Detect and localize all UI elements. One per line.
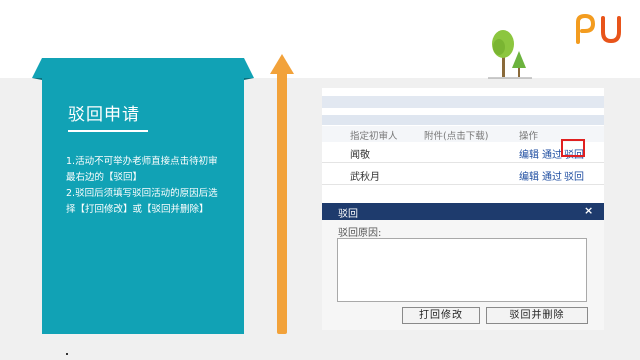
reason-textarea[interactable]	[337, 238, 587, 302]
description-line: 最右边的【驳回】	[66, 172, 143, 183]
dialog-titlebar: 驳回 ×	[322, 203, 604, 220]
approve-link[interactable]: 通过	[542, 168, 562, 183]
description-line: 1.活动不可举办老师直接点击待初审	[66, 156, 218, 167]
card-description: 1.活动不可举办老师直接点击待初审 最右边的【驳回】 2.驳回后须填写驳回活动的…	[66, 154, 238, 218]
column-header-attachment: 附件(点击下载)	[424, 131, 489, 142]
toolbar-strip	[322, 96, 604, 108]
card-title: 驳回申请	[68, 105, 140, 125]
reviewer-name: 武秋月	[350, 172, 380, 183]
reject-link[interactable]: 驳回	[564, 168, 584, 183]
column-header-actions: 操作	[519, 131, 539, 142]
tree-icon	[488, 30, 532, 79]
reject-and-delete-button[interactable]: 驳回并删除	[486, 307, 588, 324]
title-underline	[68, 130, 148, 132]
description-line: 2.驳回后须填写驳回活动的原因后选	[66, 188, 218, 199]
table-row: 武秋月 编辑 通过 驳回	[322, 164, 604, 185]
table-band	[322, 115, 604, 125]
return-for-edit-button[interactable]: 打回修改	[402, 307, 480, 324]
column-header-reviewer: 指定初审人	[350, 131, 398, 142]
reject-dialog: 驳回 × 驳回原因: 打回修改 驳回并删除	[322, 203, 604, 330]
screenshot-panel: 指定初审人 附件(点击下载) 操作 闻敬 编辑 通过 驳回 武秋月 编辑 通过 …	[322, 88, 604, 330]
logo-icon	[576, 14, 621, 44]
reason-label: 驳回原因:	[338, 228, 382, 239]
reject-highlight	[561, 139, 585, 157]
edit-link[interactable]: 编辑	[519, 168, 539, 183]
decorative-dot	[66, 353, 68, 355]
close-icon[interactable]: ×	[584, 204, 593, 217]
approve-link[interactable]: 通过	[542, 146, 562, 161]
card-ribbon	[32, 58, 254, 80]
reviewer-name: 闻敬	[350, 150, 370, 161]
dialog-title: 驳回	[338, 209, 358, 220]
info-card: 驳回申请 1.活动不可举办老师直接点击待初审 最右边的【驳回】 2.驳回后须填写…	[42, 78, 244, 334]
arrow-icon	[270, 54, 294, 334]
edit-link[interactable]: 编辑	[519, 146, 539, 161]
description-line: 择【打回修改】或【驳回并删除】	[66, 204, 209, 215]
